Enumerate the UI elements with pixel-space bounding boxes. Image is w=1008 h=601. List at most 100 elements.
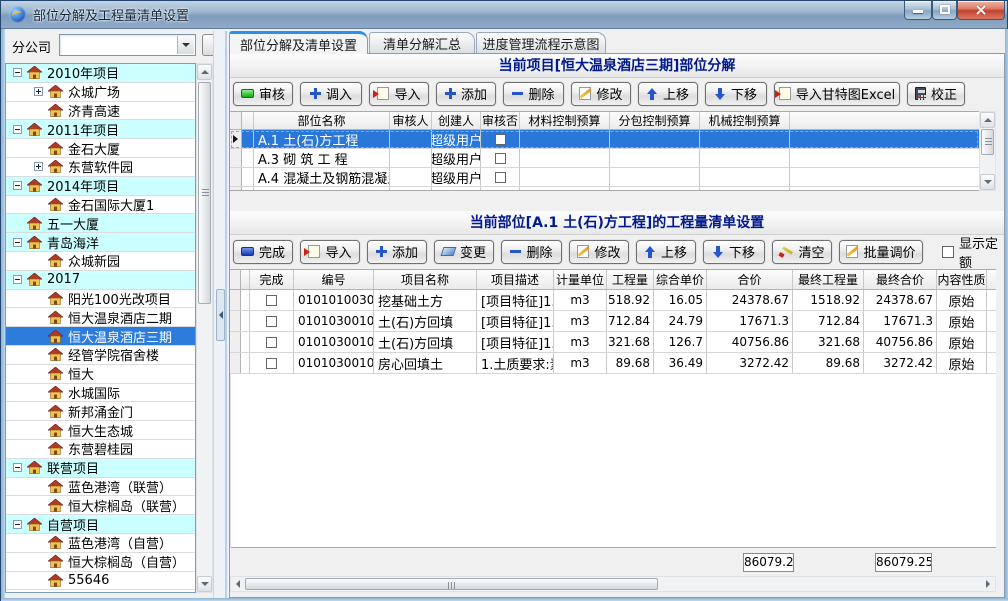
tree-item[interactable]: 2010年项目 [6,64,195,83]
tab-3[interactable]: 进度管理流程示意图 [476,32,606,53]
tree-item[interactable]: 2017 [6,271,195,290]
tree-item[interactable]: 金石大厦 [6,139,195,158]
scroll-left-icon[interactable] [231,577,245,591]
parts-grid-row[interactable]: A.7 屋面及防水工程超级用户 [230,187,979,191]
scroll-up-icon[interactable] [980,112,995,128]
collapse-minus-icon[interactable] [13,181,22,190]
collapse-minus-icon[interactable] [13,275,22,284]
tree-item-label: 新邦涌金门 [68,402,133,420]
tree-item[interactable]: 东营软件园 [6,158,195,177]
done-checkbox[interactable] [266,358,277,369]
tree-item[interactable]: 2014年项目 [6,177,195,196]
close-button[interactable] [957,1,1005,20]
tree-scrollbar[interactable] [196,63,213,593]
tree-item[interactable]: 五一大厦 [6,214,195,233]
collapse-minus-icon[interactable] [13,125,22,134]
boq-grid-row[interactable]: 010103001001土(石)方回填[项目特征]1.土m3712.8424.7… [230,311,996,332]
company-select[interactable] [59,34,196,56]
collapse-minus-icon[interactable] [13,520,22,529]
title-bar[interactable]: 部位分解及工程量清单设置 [1,1,1007,29]
import-button[interactable]: 导入 [369,82,429,106]
panel-splitter[interactable] [213,31,229,598]
maximize-button[interactable] [932,1,957,20]
parts-grid-row[interactable]: A.4 混凝土及钢筋混凝土超级用户 [230,168,979,187]
reviewed-checkbox[interactable] [495,153,506,164]
reviewed-checkbox[interactable] [495,134,506,145]
import-gantt-excel-button[interactable]: 导入甘特图Excel [774,82,900,106]
tree-item[interactable]: 众城广场 [6,83,195,102]
parts-grid-scrollbar[interactable] [979,111,996,191]
horizontal-scrollbar[interactable] [230,576,996,592]
calibrate-button[interactable]: 校正 [907,82,965,106]
scroll-up-icon[interactable] [197,64,212,80]
collapse-minus-icon[interactable] [13,68,22,77]
pull-in-button[interactable]: 调入 [300,82,362,106]
done-checkbox[interactable] [266,295,277,306]
house-icon [48,405,63,418]
tree-item[interactable]: 恒大棕榈岛（联营） [6,496,195,515]
expand-plus-icon[interactable] [34,87,43,96]
move-up-button[interactable]: 上移 [638,82,698,106]
tree-item[interactable]: 蓝色港湾（联营） [6,478,195,497]
tree-item[interactable]: 众城新园 [6,252,195,271]
horizontal-scrollbar-thumb[interactable] [245,578,658,590]
batch-reprice-button[interactable]: 批量调价 [839,240,923,264]
modify-button[interactable]: 修改 [571,82,631,106]
tree-item[interactable]: 水城国际 [6,384,195,403]
scroll-down-icon[interactable] [197,576,212,592]
tree-item[interactable]: 恒大 [6,365,195,384]
tree-item[interactable]: 新邦涌金门 [6,402,195,421]
done-checkbox[interactable] [266,316,277,327]
done-checkbox[interactable] [266,337,277,348]
reviewed-checkbox[interactable] [495,172,506,183]
tree-item[interactable]: 蓝色港湾（自营） [6,534,195,553]
parts-grid-row[interactable]: A.1 土(石)方工程超级用户 [230,130,979,149]
parts-grid-scrollbar-thumb[interactable] [981,129,994,155]
move-up-button[interactable]: 上移 [636,240,696,264]
tree-item[interactable]: 联营项目 [6,459,195,478]
tree-item[interactable]: 济青高速 [6,102,195,121]
finish-button[interactable]: 完成 [233,240,293,264]
tree-item[interactable]: 2011年项目 [6,120,195,139]
boq-grid-row[interactable]: 010103001003房心回填土1.土质要求:素m389.6836.49327… [230,353,996,374]
tree-item[interactable]: 阳光100光改项目 [6,290,195,309]
delete-button[interactable]: 删除 [503,82,564,106]
import-button[interactable]: 导入 [300,240,360,264]
tree-item[interactable]: 恒大生态城 [6,421,195,440]
boq-grid-row[interactable]: 010101003001挖基础土方[项目特征]1.土m31518.9216.05… [230,290,996,311]
audit-button[interactable]: 审核 [233,82,293,106]
tree-item[interactable]: 经管学院宿舍楼 [6,346,195,365]
delete-button[interactable]: 删除 [501,240,562,264]
tree-item[interactable]: 东营碧桂园 [6,440,195,459]
tree-scrollbar-thumb[interactable] [198,82,211,304]
boq-grid-row[interactable]: 010103001002土(石)方回填[项目特征]1.土m3321.68126.… [230,332,996,353]
collapse-minus-icon[interactable] [13,463,22,472]
company-select-dropdown-button[interactable] [177,36,194,54]
add-button[interactable]: 添加 [436,82,496,106]
tree-item[interactable]: 恒大温泉酒店二期 [6,308,195,327]
clear-button[interactable]: 清空 [772,240,832,264]
reviewed-checkbox[interactable] [495,191,506,192]
collapse-left-button[interactable] [216,289,225,341]
tab-1[interactable]: 部位分解及清单设置 [229,31,368,54]
collapse-minus-icon[interactable] [13,238,22,247]
tree-item[interactable] [6,590,195,593]
tree-item[interactable]: 青岛海洋 [6,233,195,252]
scroll-down-icon[interactable] [980,174,995,190]
show-quota-checkbox[interactable] [942,246,954,258]
minimize-button[interactable] [904,1,932,20]
modify-button[interactable]: 修改 [569,240,629,264]
tree-item[interactable]: 金石国际大厦1 [6,196,195,215]
change-button[interactable]: 变更 [434,240,494,264]
tree-item[interactable]: 自营项目 [6,515,195,534]
scroll-right-icon[interactable] [981,577,995,591]
expand-plus-icon[interactable] [34,162,43,171]
add-button[interactable]: 添加 [367,240,427,264]
move-down-button[interactable]: 下移 [703,240,765,264]
parts-grid-row[interactable]: A.3 砌 筑 工 程超级用户 [230,149,979,168]
tree-item[interactable]: 恒大棕榈岛（自营） [6,553,195,572]
tree-item[interactable]: 55646 [6,572,195,591]
move-down-button[interactable]: 下移 [705,82,767,106]
tab-2[interactable]: 清单分解汇总 [369,32,475,53]
tree-item[interactable]: 恒大温泉酒店三期 [6,327,195,346]
